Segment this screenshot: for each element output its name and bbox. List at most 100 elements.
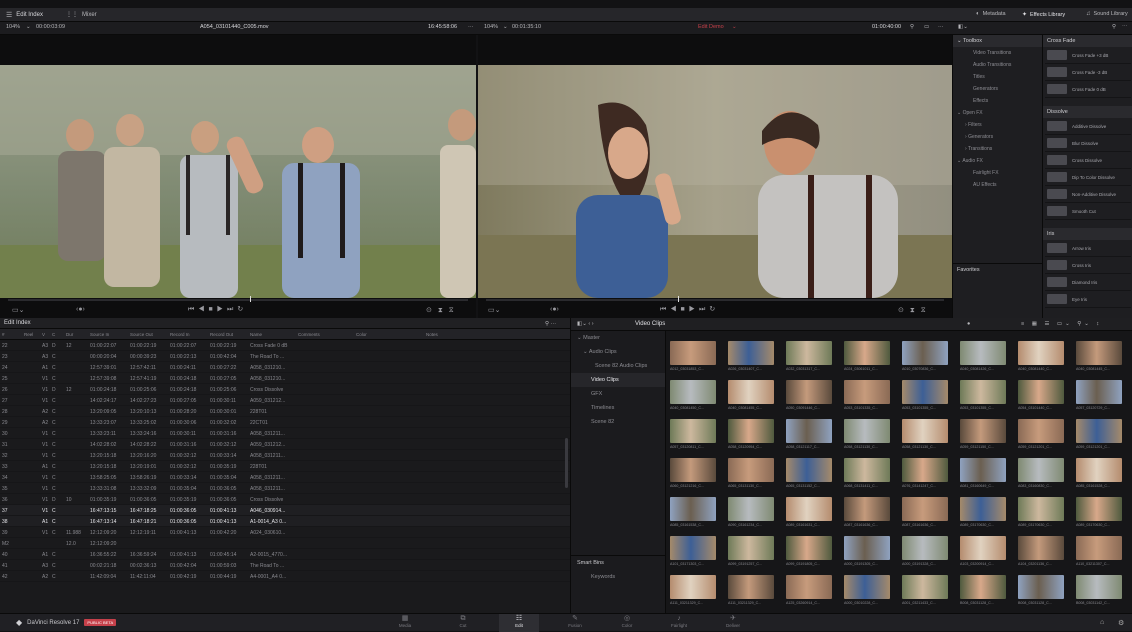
- toolbox-header[interactable]: ⌄ Toolbox: [953, 35, 1042, 47]
- table-row[interactable]: 35 V1 C 13:33:31:08 13:33:32:09 01:00:35:04 01…: [0, 483, 570, 494]
- edit-index-scrollbar[interactable]: [565, 438, 568, 488]
- clip-thumbnail[interactable]: A065_03131130_C...: [724, 450, 778, 490]
- table-row[interactable]: 22 A3 D 12 01:00:22:07 01:00:22:19 01:00:22:07…: [0, 340, 570, 351]
- clip-thumbnail[interactable]: A087_03161636_C...: [840, 489, 894, 529]
- more-icon[interactable]: ···: [938, 24, 944, 30]
- table-row[interactable]: 36 V1 D 10 01:00:35:19 01:00:36:05 01:00:35:19…: [0, 494, 570, 505]
- table-row[interactable]: 30 V1 C 13:33:23:11 13:33:24:16 01:00:30:11 01…: [0, 428, 570, 439]
- bin-video-clips[interactable]: Video Clips: [571, 373, 665, 387]
- page-tab-deliver[interactable]: ✈ Deliver: [713, 614, 753, 632]
- jog-icon[interactable]: ‹●›: [76, 306, 85, 313]
- clip-thumbnail[interactable]: A090_03161234_C...: [724, 489, 778, 529]
- clip-thumbnail[interactable]: A050_03091446_C...: [782, 372, 836, 412]
- clip-thumbnail[interactable]: A012_03031853_C...: [666, 333, 720, 373]
- column-header[interactable]: Dur: [64, 329, 88, 339]
- clip-thumbnail[interactable]: A081_03160649_C...: [956, 450, 1010, 490]
- column-header[interactable]: Record Out: [208, 329, 248, 339]
- clip-thumbnail[interactable]: B008_03031128_C...: [956, 567, 1010, 607]
- clip-thumbnail[interactable]: A111_03211329_C...: [724, 567, 778, 607]
- table-row[interactable]: 32 V1 C 13:20:15:18 13:20:16:20 01:00:32:12 01…: [0, 450, 570, 461]
- clip-thumbnail[interactable]: A040_03081455_C...: [724, 372, 778, 412]
- tree-item-audio-fx[interactable]: ⌄ Audio FX: [953, 155, 1042, 167]
- clip-thumbnail[interactable]: A089_03170630_C...: [956, 489, 1010, 529]
- more-icon[interactable]: ⋯: [1122, 24, 1128, 30]
- clip-thumbnail[interactable]: A068_03131411_C...: [840, 450, 894, 490]
- table-row[interactable]: 27 V1 C 14:02:24:17 14:02:27:23 01:00:27:05 01…: [0, 395, 570, 406]
- bin-scene-82-audio[interactable]: Scene 82 Audio Clips: [571, 359, 665, 373]
- chevron-down-icon[interactable]: ⌄: [732, 24, 737, 30]
- table-row[interactable]: 34 V1 C 13:58:25:05 13:58:26:19 01:00:33:14 01…: [0, 472, 570, 483]
- slider-icon[interactable]: ●: [967, 321, 970, 327]
- clip-thumbnail[interactable]: A057_03120811_C...: [666, 411, 720, 451]
- table-row[interactable]: 29 A2 C 13:33:23:07 13:33:25:02 01:00:30:06 01…: [0, 417, 570, 428]
- clip-thumbnail[interactable]: A024_03061011_C...: [840, 333, 894, 373]
- clip-icon[interactable]: ⚲: [910, 24, 914, 30]
- clip-thumbnail[interactable]: A103_03200914_C...: [956, 528, 1010, 568]
- transition-tile[interactable]: Blur Dissolve: [1045, 135, 1131, 152]
- tree-item-audio-transitions[interactable]: Audio Transitions: [953, 59, 1042, 71]
- clip-thumbnail[interactable]: A053_03101355_C...: [898, 372, 952, 412]
- mixer-toggle[interactable]: ⋮⋮ Mixer: [66, 11, 97, 19]
- column-header[interactable]: #: [0, 329, 22, 339]
- source-scrubber[interactable]: [8, 299, 468, 301]
- table-row[interactable]: 37 V1 C 16:47:13:15 16:47:18:25 01:00:36:05 01…: [0, 505, 570, 516]
- clip-thumbnail[interactable]: A053_03101355_C...: [956, 372, 1010, 412]
- column-header[interactable]: Notes: [424, 329, 542, 339]
- favorites-header[interactable]: Favorites: [953, 263, 1042, 275]
- table-row[interactable]: 33 A1 C 13:20:15:18 13:20:19:01 01:00:32:12 01…: [0, 461, 570, 472]
- table-row[interactable]: 28 A2 C 13:20:09:05 13:20:10:13 01:00:28:20 01…: [0, 406, 570, 417]
- clip-thumbnail[interactable]: A099_03191805_C...: [782, 528, 836, 568]
- clip-thumbnail[interactable]: A101_03171303_C...: [666, 528, 720, 568]
- chevron-down-icon[interactable]: ⌄: [503, 24, 508, 30]
- table-row[interactable]: 31 V1 C 14:02:28:02 14:02:28:22 01:00:31:16 01…: [0, 439, 570, 450]
- page-tab-cut[interactable]: ⧉ Cut: [443, 614, 483, 632]
- clip-thumbnail[interactable]: A089_03161631_C...: [782, 489, 836, 529]
- bin-audio-clips[interactable]: ⌄ Audio Clips: [571, 345, 665, 359]
- panel-toggle-icon[interactable]: ◧⌄: [958, 24, 968, 30]
- table-row[interactable]: 23 A3 C 00:00:20:04 00:00:39:23 01:00:22:13 01…: [0, 351, 570, 362]
- transition-tile[interactable]: Additive Dissolve: [1045, 118, 1131, 135]
- clip-thumbnail[interactable]: A001_03211433_C...: [898, 567, 952, 607]
- clip-thumbnail[interactable]: A060_03121216_C...: [666, 450, 720, 490]
- tree-item-ofx-transitions[interactable]: › Transitions: [953, 143, 1042, 155]
- clip-thumbnail[interactable]: A104_03201136_C...: [1014, 528, 1068, 568]
- smart-bin-keywords[interactable]: Keywords: [571, 570, 665, 584]
- tree-item-generators[interactable]: Generators: [953, 83, 1042, 95]
- clip-thumbnail[interactable]: A085_03161538_C...: [666, 489, 720, 529]
- timeline-scrubber[interactable]: [486, 299, 944, 301]
- clip-thumbnail[interactable]: A058_03121130_C...: [840, 411, 894, 451]
- clip-thumbnail[interactable]: A059_03121201_C...: [1072, 411, 1126, 451]
- tree-item-ofx-generators[interactable]: › Generators: [953, 131, 1042, 143]
- clip-thumbnail[interactable]: A057_03120729_C...: [1072, 372, 1126, 412]
- clip-thumbnail[interactable]: A059_03121201_C...: [1014, 411, 1068, 451]
- column-header[interactable]: C: [50, 329, 64, 339]
- table-row[interactable]: 41 A3 C 00:02:21:18 00:02:36:13 01:00:42:04 01…: [0, 560, 570, 571]
- bin-list-toggle-icon[interactable]: ◧⌄ ‹ ›: [577, 321, 594, 327]
- table-row[interactable]: 42 A2 C 11:42:09:04 11:42:11:04 01:00:42:19 01…: [0, 571, 570, 582]
- source-zoom[interactable]: 104%: [6, 24, 20, 30]
- transition-tile[interactable]: Arrow Iris: [1045, 240, 1131, 257]
- clip-thumbnail[interactable]: A053_03101335_C...: [840, 372, 894, 412]
- clip-thumbnail[interactable]: A087_03161636_C...: [898, 489, 952, 529]
- page-tab-color[interactable]: ◎ Color: [607, 614, 647, 632]
- clip-thumbnail[interactable]: A058_03121130_C...: [898, 411, 952, 451]
- page-tab-edit[interactable]: ☷ Edit: [499, 614, 539, 632]
- jog-icon[interactable]: ‹●›: [550, 306, 559, 313]
- transition-tile[interactable]: Cross Fade -3 dB: [1045, 64, 1131, 81]
- mark-controls[interactable]: ⊙⧗⧖: [426, 306, 460, 315]
- transition-tile[interactable]: Cross Fade +3 dB: [1045, 47, 1131, 64]
- transition-tile[interactable]: Cross Dissolve: [1045, 152, 1131, 169]
- table-row[interactable]: 24 A1 C 12:57:39:01 12:57:42:11 01:00:24:11 01…: [0, 362, 570, 373]
- clip-thumbnail[interactable]: A032_03031317_C...: [782, 333, 836, 373]
- table-row[interactable]: 26 V1 D 12 01:00:24:18 01:00:25:06 01:00:24:18…: [0, 384, 570, 395]
- viewer-options-icon[interactable]: ▭⌄: [488, 306, 500, 314]
- bin-master[interactable]: ⌄ Master: [571, 331, 665, 345]
- viewer-mode-icon[interactable]: ▭: [924, 24, 929, 30]
- effects-library-toggle[interactable]: ✦ Effects Library: [1022, 11, 1065, 19]
- clip-thumbnail[interactable]: A110_03211307_C...: [1072, 528, 1126, 568]
- column-header[interactable]: Color: [354, 329, 424, 339]
- clip-thumbnail[interactable]: A125_03260914_C...: [782, 567, 836, 607]
- search-icon[interactable]: ⚲: [1112, 24, 1116, 30]
- tree-item-effects[interactable]: Effects: [953, 95, 1042, 107]
- bin-scene-82[interactable]: Scene 82: [571, 415, 665, 429]
